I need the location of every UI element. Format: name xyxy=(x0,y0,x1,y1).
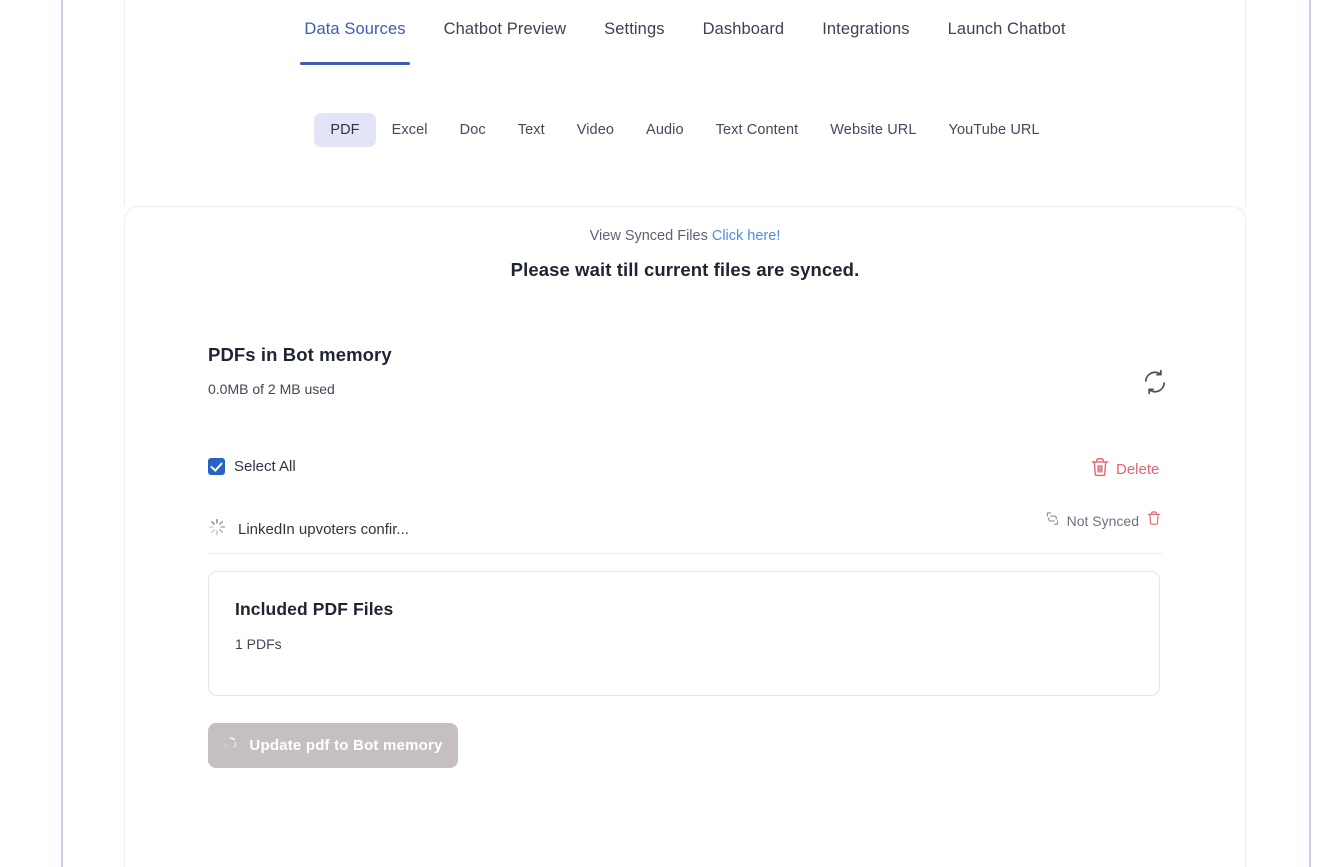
delete-label: Delete xyxy=(1116,461,1160,478)
included-files-title: Included PDF Files xyxy=(235,599,394,619)
subtab-doc[interactable]: Doc xyxy=(444,113,502,147)
trash-icon xyxy=(1089,456,1111,483)
select-all-checkbox[interactable] xyxy=(208,458,225,475)
tab-dashboard[interactable]: Dashboard xyxy=(684,16,804,45)
row-trash-icon[interactable] xyxy=(1146,510,1162,531)
select-all-row[interactable]: Select All xyxy=(208,458,296,475)
right-rail-divider xyxy=(1309,0,1311,867)
subtab-label: Text xyxy=(517,122,545,138)
main-tab-bar: Data Sources Chatbot Preview Settings Da… xyxy=(124,16,1246,45)
tab-label: Launch Chatbot xyxy=(947,20,1066,38)
wait-sync-message: Please wait till current files are synce… xyxy=(510,259,860,280)
subtab-label: PDF xyxy=(330,122,360,138)
spinner-icon xyxy=(208,518,226,541)
file-row-right: Not Synced xyxy=(1045,510,1162,531)
subtab-pdf[interactable]: PDF xyxy=(314,113,376,147)
refresh-icon[interactable] xyxy=(1142,369,1168,395)
file-list-row[interactable]: LinkedIn upvoters confir... Not Synced xyxy=(208,506,1162,554)
subtab-label: Doc xyxy=(459,122,486,138)
update-pdf-button[interactable]: Update pdf to Bot memory xyxy=(208,723,458,768)
subtab-text-content[interactable]: Text Content xyxy=(700,113,815,147)
subtab-label: Website URL xyxy=(830,122,917,138)
tab-label: Dashboard xyxy=(702,20,785,38)
sync-status-badge: Not Synced xyxy=(1066,512,1139,529)
delete-button[interactable]: Delete xyxy=(1089,456,1159,483)
left-rail-divider xyxy=(61,0,63,867)
tab-integrations[interactable]: Integrations xyxy=(803,16,928,45)
tab-launch-chatbot[interactable]: Launch Chatbot xyxy=(929,16,1085,45)
select-all-label: Select All xyxy=(234,458,296,475)
subtab-youtube-url[interactable]: YouTube URL xyxy=(933,113,1056,147)
subtab-text[interactable]: Text xyxy=(502,113,561,147)
tab-chatbot-preview[interactable]: Chatbot Preview xyxy=(425,16,586,45)
sync-icon xyxy=(1045,511,1060,531)
subtab-video[interactable]: Video xyxy=(561,113,630,147)
view-synced-files-text: View Synced Files xyxy=(589,228,708,244)
page-root: Data Sources Chatbot Preview Settings Da… xyxy=(0,0,1342,867)
subtab-label: Text Content xyxy=(715,122,799,138)
tab-label: Data Sources xyxy=(304,20,406,38)
tab-settings[interactable]: Settings xyxy=(585,16,683,45)
spinner-icon xyxy=(223,736,238,756)
subtab-website-url[interactable]: Website URL xyxy=(814,113,932,147)
subtab-label: Excel xyxy=(391,122,428,138)
content-area: Data Sources Chatbot Preview Settings Da… xyxy=(124,0,1246,867)
memory-usage-text: 0.0MB of 2 MB used xyxy=(208,381,335,397)
included-files-card: Included PDF Files 1 PDFs xyxy=(208,571,1160,696)
tab-label: Settings xyxy=(604,20,665,38)
subtab-audio[interactable]: Audio xyxy=(630,113,700,147)
file-row-left: LinkedIn upvoters confir... xyxy=(208,518,409,541)
file-name: LinkedIn upvoters confir... xyxy=(238,521,409,538)
tab-label: Integrations xyxy=(822,20,910,38)
subtab-label: YouTube URL xyxy=(948,122,1040,138)
subtab-label: Video xyxy=(576,122,615,138)
source-type-tab-bar: PDF Excel Doc Text Video Audio Text Cont… xyxy=(124,113,1246,147)
tab-label: Chatbot Preview xyxy=(443,20,567,38)
subtab-label: Audio xyxy=(646,122,684,138)
click-here-link[interactable]: Click here! xyxy=(712,228,781,244)
included-files-count: 1 PDFs xyxy=(235,636,282,652)
tab-data-sources[interactable]: Data Sources xyxy=(285,16,424,45)
update-pdf-label: Update pdf to Bot memory xyxy=(249,737,443,754)
synced-files-notice: View Synced Files Click here! xyxy=(124,228,1246,244)
subtab-excel[interactable]: Excel xyxy=(376,113,444,147)
page-title: PDFs in Bot memory xyxy=(208,344,392,365)
